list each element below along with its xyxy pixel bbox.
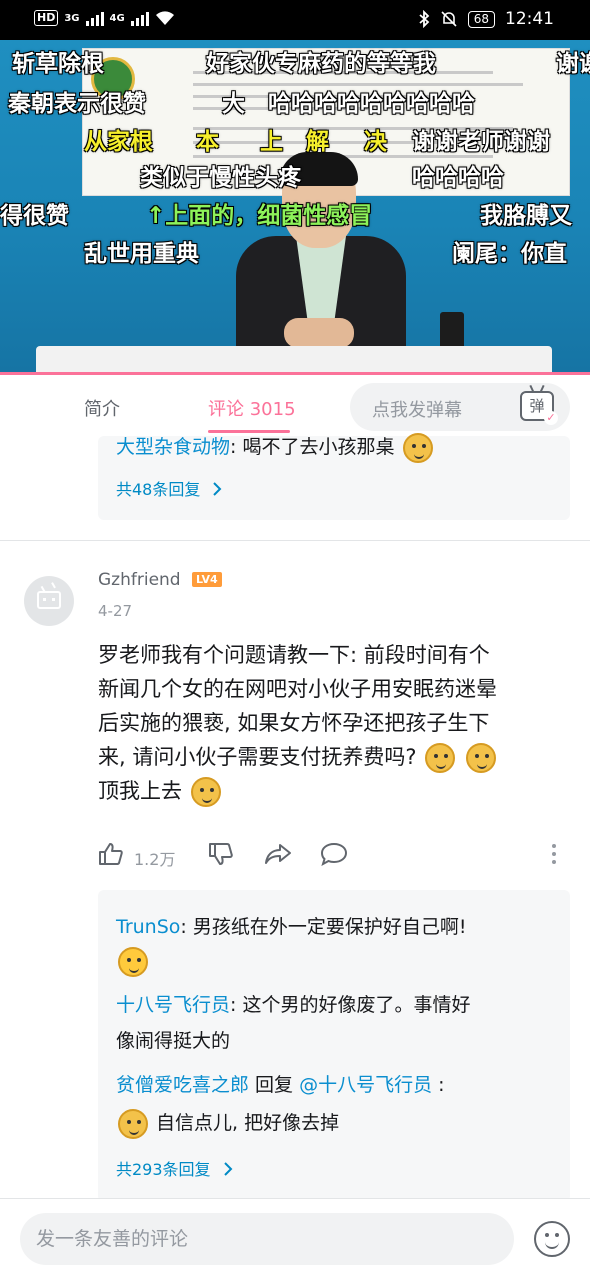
reply-colon: :	[432, 1074, 445, 1096]
reply-username[interactable]: 大型杂食动物	[116, 436, 230, 458]
check-icon: ✓	[544, 411, 558, 425]
chevron-right-icon	[223, 1162, 233, 1176]
hd-badge: HD	[34, 10, 59, 26]
danmaku-item: 秦朝表示很赞	[8, 91, 146, 117]
signal-icon-2	[130, 10, 149, 26]
reply-connector: 回复	[249, 1074, 300, 1096]
view-replies-label: 共293条回复	[116, 1160, 211, 1179]
like-icon[interactable]	[98, 842, 124, 866]
like-count: 1.2万	[134, 850, 176, 869]
view-replies-link[interactable]: 共293条回复	[116, 1156, 234, 1180]
reply-line: 十八号飞行员: 这个男的好像废了。事情好	[116, 990, 470, 1020]
reply-icon[interactable]	[320, 842, 348, 866]
danmaku-placeholder: 点我发弹幕	[372, 400, 462, 421]
comment-line-with-emoji: 来, 请问小伙子需要支付抚养费吗?	[98, 740, 568, 774]
desk	[36, 346, 552, 372]
comment-line-with-emoji: 顶我上去	[98, 774, 568, 808]
reply-text: : 男孩纸在外一定要保护好自己啊!	[180, 916, 467, 938]
chevron-right-icon	[213, 482, 222, 496]
danmaku-item: 得很赞	[0, 203, 69, 229]
danmaku-item: 谢谢老师谢谢	[412, 129, 550, 155]
danmaku-item: 哈哈哈哈	[412, 165, 504, 191]
avatar[interactable]	[24, 576, 74, 626]
mention-link[interactable]: @十八号飞行员	[299, 1074, 432, 1096]
comment-actions: 1.2万	[98, 838, 568, 874]
emoji-picker-icon[interactable]	[534, 1221, 570, 1257]
danmaku-item: 本	[196, 129, 219, 155]
danmaku-item: 上	[260, 129, 283, 155]
comment-username[interactable]: Gzhfriend	[98, 570, 181, 590]
tab-intro[interactable]: 简介	[84, 395, 120, 421]
comment-date: 4-27	[98, 602, 133, 620]
reply-text: : 这个男的好像废了。事情好	[230, 994, 471, 1016]
comment-line: 罗老师我有个问题请教一下: 前段时间有个	[98, 643, 490, 667]
danmaku-item: 大	[222, 91, 245, 117]
reply-line: 像闹得挺大的	[116, 1026, 230, 1056]
danmaku-item: 类似于慢性头疼	[140, 165, 301, 191]
danmaku-item: ↑上面的，细菌性感冒	[146, 203, 373, 229]
divider	[0, 540, 590, 541]
reply-text: : 喝不了去小孩那桌	[230, 436, 395, 458]
bluetooth-icon	[419, 10, 430, 28]
mute-icon	[441, 11, 457, 27]
danmaku-item: 乱世用重典	[84, 241, 199, 267]
reply-username[interactable]: 十八号飞行员	[116, 994, 230, 1016]
doge-emoji-icon	[465, 743, 496, 773]
danmaku-item: 哈哈哈哈哈哈哈哈哈	[268, 91, 475, 117]
comment-line: 后实施的猥亵, 如果女方怀孕还把孩子生下	[98, 711, 490, 735]
comment-line: 顶我上去	[98, 779, 182, 803]
reply-emoji-line	[116, 946, 150, 977]
dislike-icon[interactable]	[208, 842, 234, 866]
doge-emoji-icon	[425, 743, 456, 773]
danmaku-toggle-icon[interactable]: 弹 ✓	[520, 384, 558, 425]
danmaku-item: 斩草除根	[12, 51, 104, 77]
view-replies-link[interactable]: 共48条回复	[116, 476, 223, 500]
reply-preview[interactable]: 大型杂食动物: 喝不了去小孩那桌 共48条回复	[98, 432, 570, 520]
battery-icon: 68	[467, 10, 495, 28]
tab-comments[interactable]: 评论 3015	[208, 395, 296, 421]
reply-text: 像闹得挺大的	[116, 1030, 231, 1052]
reply-line: 贫僧爱吃喜之郎 回复 @十八号飞行员 :	[116, 1070, 445, 1100]
cover-face-emoji-icon	[118, 946, 148, 977]
level-badge: LV4	[192, 572, 222, 587]
danmaku-item: 我胳膊又	[480, 203, 572, 229]
clock: 12:41	[505, 9, 554, 29]
signal-icon	[85, 10, 104, 26]
video-player[interactable]: 斩草除根 好家伙专麻药的等等我 谢谢 秦朝表示很赞 大 哈哈哈哈哈哈哈哈哈 从家…	[0, 40, 590, 372]
signal-group: HD 3G 4G	[34, 10, 175, 26]
send-danmaku-button[interactable]: 点我发弹幕 弹 ✓	[350, 383, 570, 431]
danmaku-icon-label: 弹	[529, 397, 545, 415]
reply-username[interactable]: TrunSo	[116, 916, 180, 938]
comment-input[interactable]	[20, 1213, 514, 1265]
doge-rose-emoji-icon	[118, 1108, 148, 1139]
status-bar: HD 3G 4G 68 12:41	[0, 0, 590, 40]
reply-username[interactable]: 贫僧爱吃喜之郎	[116, 1074, 249, 1096]
danmaku-item: 好家伙专麻药的等等我	[206, 51, 436, 77]
danmaku-item: 从家根	[84, 129, 153, 155]
view-replies-label: 共48条回复	[116, 480, 201, 499]
share-icon[interactable]	[264, 842, 292, 866]
danmaku-item: 阑尾：你直	[452, 241, 567, 267]
more-options-icon[interactable]	[552, 844, 558, 868]
reply-text: 自信点儿, 把好像去掉	[156, 1112, 340, 1134]
tab-bar: 简介 评论 3015 点我发弹幕 弹 ✓	[0, 372, 590, 436]
reply-preview[interactable]: TrunSo: 男孩纸在外一定要保护好自己啊! 十八号飞行员: 这个男的好像废了…	[98, 890, 570, 1202]
comment-line: 新闻几个女的在网吧对小伙子用安眠药迷晕	[98, 677, 497, 701]
comment-line: 来, 请问小伙子需要支付抚养费吗?	[98, 745, 417, 769]
comment-input-bar	[0, 1198, 590, 1280]
wifi-icon	[155, 11, 174, 25]
reply-line: 大型杂食动物: 喝不了去小孩那桌	[116, 432, 435, 463]
danmaku-item: 决	[364, 129, 387, 155]
network-label-2: 4G	[109, 12, 125, 24]
comment-body: 罗老师我有个问题请教一下: 前段时间有个 新闻几个女的在网吧对小伙子用安眠药迷晕…	[98, 638, 568, 808]
danmaku-item: 谢谢	[556, 51, 590, 77]
reply-line: 自信点儿, 把好像去掉	[116, 1108, 339, 1139]
status-right: 68 12:41	[418, 9, 554, 29]
reply-line: TrunSo: 男孩纸在外一定要保护好自己啊!	[116, 912, 466, 942]
network-label-1: 3G	[64, 12, 80, 24]
doge-emoji-icon	[402, 432, 433, 463]
doge-emoji-icon	[190, 777, 221, 807]
danmaku-item: 解	[306, 129, 329, 155]
tv-icon	[37, 591, 61, 609]
